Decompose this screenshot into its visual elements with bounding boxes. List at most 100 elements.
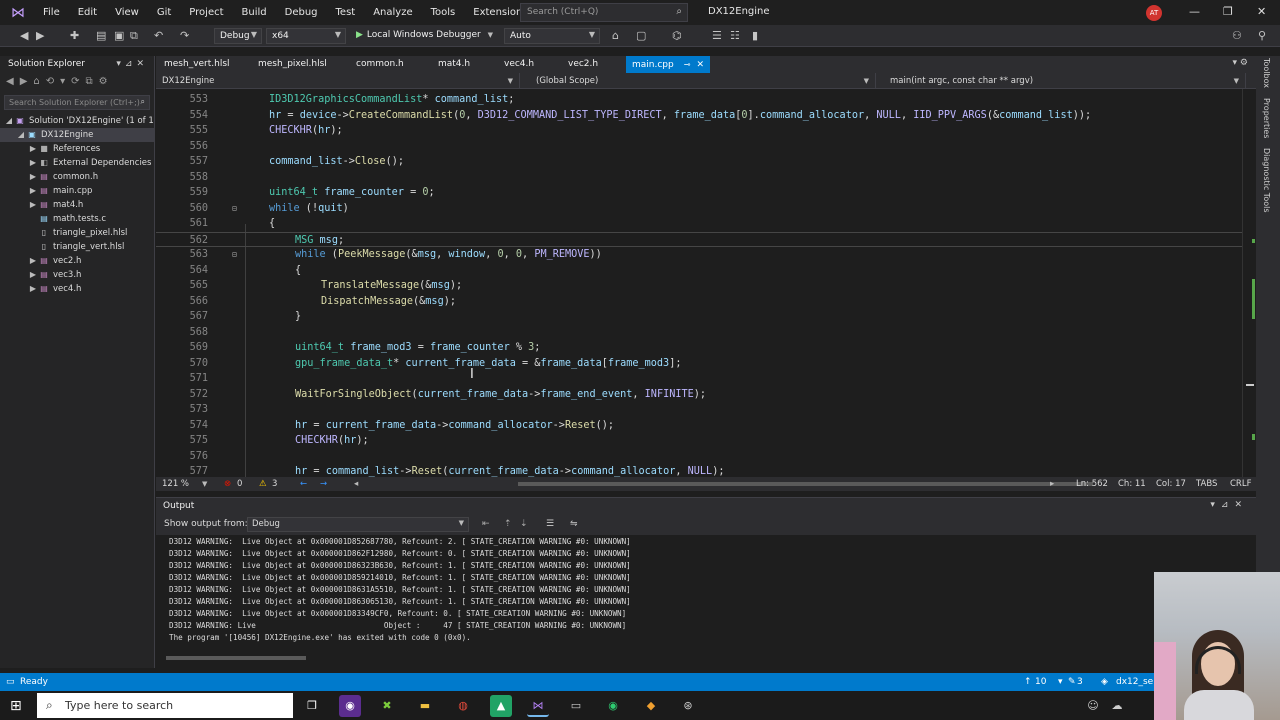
live-share-icon[interactable]: ⚇: [1232, 29, 1242, 42]
code-line[interactable]: 561 {: [156, 216, 1242, 232]
visual-studio-icon[interactable]: ⋈: [527, 695, 549, 717]
error-icon[interactable]: ⊗: [224, 477, 231, 491]
code-line[interactable]: 573: [156, 402, 1242, 418]
close-icon[interactable]: ✕: [1257, 5, 1266, 18]
run-mode-select[interactable]: Auto ▼: [504, 28, 600, 44]
menu-test[interactable]: Test: [327, 0, 365, 25]
tab-vec4[interactable]: vec4.h: [504, 56, 534, 73]
code-line[interactable]: 572 WaitForSingleObject(current_frame_dat…: [156, 387, 1242, 403]
redo-icon[interactable]: ↷: [180, 29, 189, 42]
menu-file[interactable]: File: [34, 0, 69, 25]
code-line[interactable]: 556: [156, 139, 1242, 155]
scroll-right-icon[interactable]: ▸: [1050, 477, 1054, 491]
tree-item[interactable]: ▶ ▤ vec4.h: [0, 282, 155, 296]
windows-start-icon[interactable]: ⊞: [10, 698, 22, 714]
avatar[interactable]: AT: [1146, 5, 1162, 21]
undo-icon[interactable]: ↶: [154, 29, 163, 42]
code-line[interactable]: 577 hr = command_list->Reset(current_fram…: [156, 464, 1242, 477]
tab-common[interactable]: common.h: [356, 56, 404, 73]
toolbox-tab[interactable]: Toolbox: [1262, 58, 1271, 88]
hot-reload-icon[interactable]: ⌂: [612, 29, 619, 42]
code-line[interactable]: 562 MSG msg;: [156, 231, 1242, 247]
expand-arrow-icon[interactable]: ▶: [28, 198, 38, 212]
indent-mode[interactable]: TABS: [1196, 477, 1217, 491]
expand-arrow-icon[interactable]: ▶: [28, 282, 38, 296]
code-line[interactable]: 553 ID3D12GraphicsCommandList* command_li…: [156, 92, 1242, 108]
code-editor[interactable]: 553 ID3D12GraphicsCommandList* command_li…: [156, 89, 1242, 477]
collapse-arrow-icon[interactable]: ◢: [16, 128, 26, 142]
scrollbar-thumb[interactable]: [1246, 384, 1254, 386]
obs-icon[interactable]: ◉: [339, 695, 361, 717]
tree-item[interactable]: ◢ ▣ DX12Engine: [0, 128, 155, 142]
menu-edit[interactable]: Edit: [69, 0, 106, 25]
next-issue-icon[interactable]: →: [320, 477, 327, 491]
github-icon[interactable]: ⊛: [677, 695, 699, 717]
code-line[interactable]: 559 uint64_t frame_counter = 0;: [156, 185, 1242, 201]
solution-search-input[interactable]: Search Solution Explorer (Ctrl+;) ⌕: [4, 95, 150, 110]
xbox-icon[interactable]: ✖: [376, 695, 398, 717]
sheets-icon[interactable]: ▲: [490, 695, 512, 717]
warning-icon[interactable]: ⚠: [259, 477, 267, 491]
menu-debug[interactable]: Debug: [276, 0, 327, 25]
screenshot-icon[interactable]: ▢: [636, 29, 646, 42]
project-dropdown[interactable]: DX12Engine ▼: [156, 73, 520, 89]
code-line[interactable]: 565 TranslateMessage(&msg);: [156, 278, 1242, 294]
fold-toggle-icon[interactable]: ⊟: [232, 201, 242, 217]
outdent-icon[interactable]: ☷: [730, 29, 740, 42]
expand-arrow-icon[interactable]: ▶: [28, 254, 38, 268]
scroll-left-icon[interactable]: ◂: [354, 477, 358, 491]
app-icon[interactable]: ▭: [565, 695, 587, 717]
tree-item[interactable]: ◢ ▣ Solution 'DX12Engine' (1 of 1 p: [0, 114, 162, 128]
pending-count[interactable]: 10: [1035, 673, 1046, 691]
scrollbar-thumb[interactable]: [166, 656, 306, 660]
weather-icon[interactable]: ☁: [1106, 695, 1128, 717]
code-line[interactable]: 566 DispatchMessage(&msg);: [156, 294, 1242, 310]
game-icon[interactable]: ◆: [640, 695, 662, 717]
diagnostic-tools-tab[interactable]: Diagnostic Tools: [1262, 148, 1271, 213]
maximize-icon[interactable]: ❐: [1223, 5, 1233, 18]
output-source-select[interactable]: Debug ▼: [247, 517, 469, 532]
fold-toggle-icon[interactable]: ⊟: [232, 247, 242, 263]
tree-item[interactable]: ▯ triangle_vert.hlsl: [0, 240, 155, 254]
code-line[interactable]: 574 hr = current_frame_data->command_allo…: [156, 418, 1242, 434]
menu-build[interactable]: Build: [233, 0, 276, 25]
expand-arrow-icon[interactable]: ▶: [28, 184, 38, 198]
word-wrap-icon[interactable]: ⇋: [570, 519, 578, 529]
new-project-icon[interactable]: ✚: [70, 29, 79, 42]
code-line[interactable]: 575 CHECKHR(hr);: [156, 433, 1242, 449]
changes-count[interactable]: 3: [1077, 673, 1083, 691]
previous-message-icon[interactable]: ⇡: [504, 519, 512, 529]
code-line[interactable]: 569 uint64_t frame_mod3 = frame_counter %…: [156, 340, 1242, 356]
properties-tab[interactable]: Properties: [1262, 98, 1271, 138]
code-line[interactable]: 557 command_list->Close();: [156, 154, 1242, 170]
tab-vec2[interactable]: vec2.h: [568, 56, 598, 73]
platform-select[interactable]: x64 ▼: [266, 28, 346, 44]
forward-icon[interactable]: ▶: [36, 29, 44, 42]
member-dropdown[interactable]: main(int argc, const char ** argv) ▼: [884, 73, 1246, 89]
chrome-icon[interactable]: ◍: [452, 695, 474, 717]
code-line[interactable]: 571: [156, 371, 1242, 387]
previous-issue-icon[interactable]: ←: [300, 477, 307, 491]
solution-config-icon[interactable]: ⌬: [672, 29, 682, 42]
tab-mat4[interactable]: mat4.h: [438, 56, 470, 73]
taskbar-search-input[interactable]: ⌕ Type here to search: [37, 693, 293, 718]
file-explorer-icon[interactable]: ▬: [414, 695, 436, 717]
tab-overflow-icon[interactable]: ▾ ⚙: [1233, 58, 1248, 68]
code-line[interactable]: 554 hr = device->CreateCommandList(0, D3D…: [156, 108, 1242, 124]
search-input[interactable]: Search (Ctrl+Q) ⌕: [520, 3, 688, 22]
expand-arrow-icon[interactable]: ▶: [28, 142, 38, 156]
configuration-select[interactable]: Debug ▼: [214, 28, 262, 44]
collapse-arrow-icon[interactable]: ◢: [4, 114, 14, 128]
expand-arrow-icon[interactable]: ▶: [28, 170, 38, 184]
panel-header-buttons[interactable]: ▾⊿✕: [1210, 500, 1248, 510]
code-line[interactable]: 558: [156, 170, 1242, 186]
people-icon[interactable]: ☺: [1082, 695, 1104, 717]
solution-explorer-toolbar[interactable]: ◀▶⌂⟲▾⟳⧉⚙: [0, 73, 154, 93]
start-debugging-button[interactable]: ▶ Local Windows Debugger ▼: [356, 28, 493, 44]
indent-icon[interactable]: ☰: [712, 29, 722, 42]
zoom-level[interactable]: 121 %: [162, 477, 189, 491]
scope-dropdown[interactable]: (Global Scope) ▼: [530, 73, 876, 89]
editor-horizontal-scrollbar[interactable]: [518, 482, 1093, 486]
close-tab-icon[interactable]: ✕: [696, 60, 704, 70]
panel-header-buttons[interactable]: ▾⊿✕: [116, 59, 148, 69]
